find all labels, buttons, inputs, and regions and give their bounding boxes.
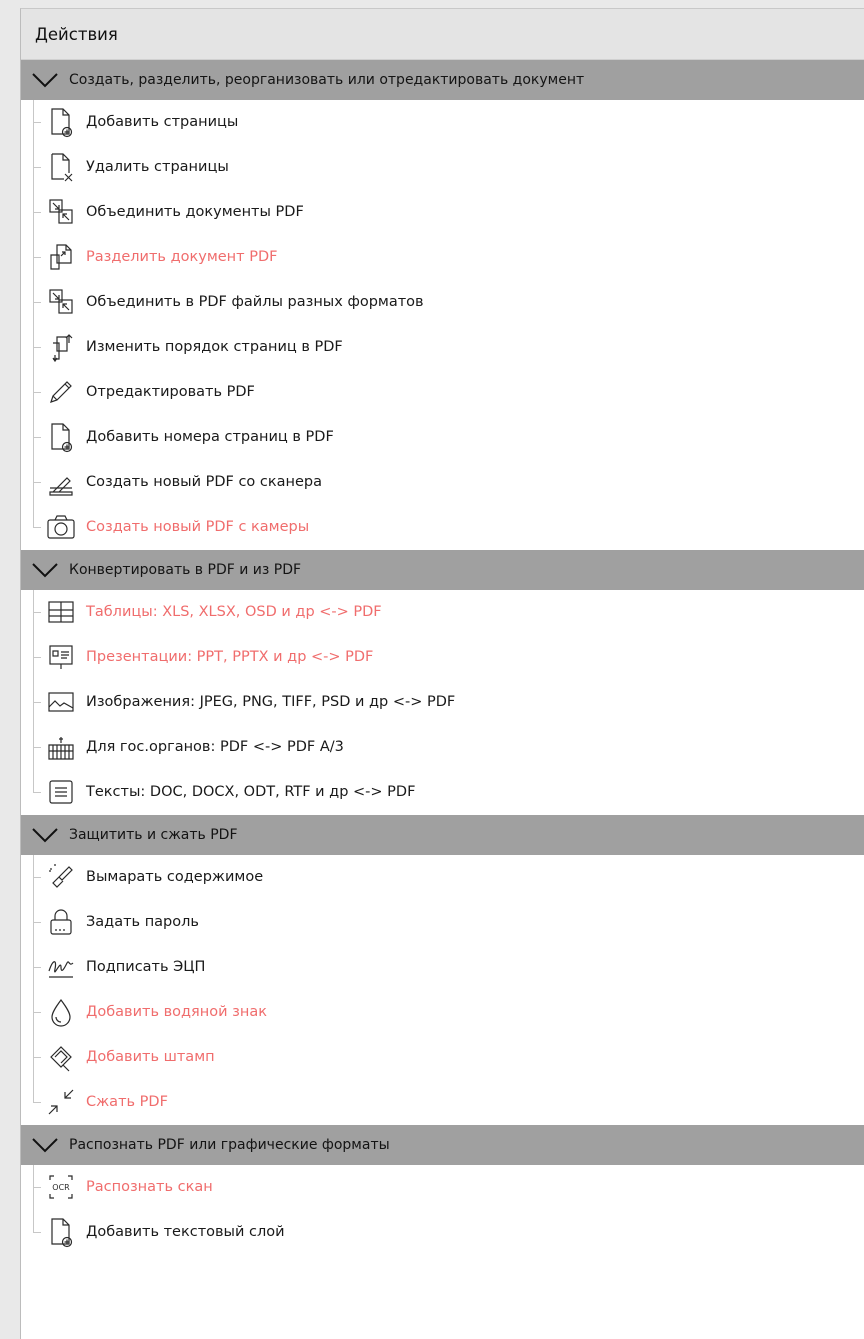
text-document-icon xyxy=(45,776,77,808)
action-label: Сжать PDF xyxy=(86,1094,168,1110)
add-text-layer-icon xyxy=(45,1216,77,1248)
split-icon xyxy=(45,241,77,273)
group-title: Распознать PDF или графические форматы xyxy=(69,1137,390,1153)
action-label: Добавить страницы xyxy=(86,114,239,130)
ocr-icon: OCR xyxy=(45,1171,77,1203)
action-label: Создать новый PDF с камеры xyxy=(86,519,310,535)
compress-icon xyxy=(45,1086,77,1118)
action-item[interactable]: Для гос.органов: PDF <-> PDF A/3 xyxy=(21,725,864,770)
chevron-down-icon xyxy=(21,815,69,855)
action-item[interactable]: Изображения: JPEG, PNG, TIFF, PSD и др <… xyxy=(21,680,864,725)
action-label: Презентации: PPT, PPTX и др <-> PDF xyxy=(86,649,374,665)
action-label: Вымарать содержимое xyxy=(86,869,264,885)
action-item[interactable]: Добавить номера страниц в PDF xyxy=(21,415,864,460)
group-header-2[interactable]: Конвертировать в PDF и из PDF xyxy=(21,550,864,590)
stamp-icon xyxy=(45,1041,77,1073)
group-items-3: Вымарать содержимое Задать пароль Подписат… xyxy=(21,855,864,1125)
group-title: Конвертировать в PDF и из PDF xyxy=(69,562,302,578)
pencil-icon xyxy=(45,376,77,408)
group-items-1: Добавить страницы Удалить страницы Объедин… xyxy=(21,100,864,550)
merge-icon xyxy=(45,196,77,228)
action-item[interactable]: Создать новый PDF со сканера xyxy=(21,460,864,505)
action-label: Объединить в PDF файлы разных форматов xyxy=(86,294,424,310)
actions-panel: Действия Создать, разделить, реорганизов… xyxy=(20,8,864,1339)
action-item[interactable]: Сжать PDF xyxy=(21,1080,864,1125)
panel-title: Действия xyxy=(21,9,864,60)
camera-icon xyxy=(45,511,77,543)
action-item[interactable]: Добавить штамп xyxy=(21,1035,864,1080)
action-item[interactable]: Тексты: DOC, DOCX, ODT, RTF и др <-> PDF xyxy=(21,770,864,815)
presentation-icon xyxy=(45,641,77,673)
government-icon xyxy=(45,731,77,763)
group-header-4[interactable]: Распознать PDF или графические форматы xyxy=(21,1125,864,1165)
action-item[interactable]: OCR Распознать скан xyxy=(21,1165,864,1210)
action-label: Разделить документ PDF xyxy=(86,249,278,265)
group-header-3[interactable]: Защитить и сжать PDF xyxy=(21,815,864,855)
action-label: Распознать скан xyxy=(86,1179,213,1195)
action-item[interactable]: Создать новый PDF с камеры xyxy=(21,505,864,550)
action-item[interactable]: Добавить водяной знак xyxy=(21,990,864,1035)
merge-formats-icon xyxy=(45,286,77,318)
action-item[interactable]: Объединить в PDF файлы разных форматов xyxy=(21,280,864,325)
action-label: Задать пароль xyxy=(86,914,199,930)
action-item[interactable]: Изменить порядок страниц в PDF xyxy=(21,325,864,370)
table-icon xyxy=(45,596,77,628)
action-label: Таблицы: XLS, XLSX, OSD и др <-> PDF xyxy=(86,604,382,620)
action-item[interactable]: Добавить текстовый слой xyxy=(21,1210,864,1255)
page-numbers-icon xyxy=(45,421,77,453)
group-title: Создать, разделить, реорганизовать или о… xyxy=(69,72,585,88)
action-label: Добавить штамп xyxy=(86,1049,215,1065)
water-drop-icon xyxy=(45,996,77,1028)
action-item[interactable]: Удалить страницы xyxy=(21,145,864,190)
action-groups: Создать, разделить, реорганизовать или о… xyxy=(21,60,864,1255)
group-header-1[interactable]: Создать, разделить, реорганизовать или о… xyxy=(21,60,864,100)
group-items-4: OCR Распознать скан Добавить текстовый сло… xyxy=(21,1165,864,1255)
action-label: Объединить документы PDF xyxy=(86,204,304,220)
chevron-down-icon xyxy=(21,550,69,590)
action-item[interactable]: Подписать ЭЦП xyxy=(21,945,864,990)
redact-brush-icon xyxy=(45,861,77,893)
action-item[interactable]: Задать пароль xyxy=(21,900,864,945)
image-icon xyxy=(45,686,77,718)
svg-text:OCR: OCR xyxy=(52,1183,70,1192)
chevron-down-icon xyxy=(21,1125,69,1165)
action-item[interactable]: Вымарать содержимое xyxy=(21,855,864,900)
action-item[interactable]: Таблицы: XLS, XLSX, OSD и др <-> PDF xyxy=(21,590,864,635)
action-label: Добавить номера страниц в PDF xyxy=(86,429,334,445)
add-page-icon xyxy=(45,106,77,138)
group-items-2: Таблицы: XLS, XLSX, OSD и др <-> PDF През… xyxy=(21,590,864,815)
action-label: Изображения: JPEG, PNG, TIFF, PSD и др <… xyxy=(86,694,456,710)
action-item[interactable]: Объединить документы PDF xyxy=(21,190,864,235)
action-item[interactable]: Добавить страницы xyxy=(21,100,864,145)
action-label: Удалить страницы xyxy=(86,159,229,175)
chevron-down-icon xyxy=(21,60,69,100)
action-label: Создать новый PDF со сканера xyxy=(86,474,323,490)
action-label: Тексты: DOC, DOCX, ODT, RTF и др <-> PDF xyxy=(86,784,416,800)
action-label: Изменить порядок страниц в PDF xyxy=(86,339,343,355)
signature-icon xyxy=(45,951,77,983)
action-item[interactable]: Презентации: PPT, PPTX и др <-> PDF xyxy=(21,635,864,680)
scanner-icon xyxy=(45,466,77,498)
group-title: Защитить и сжать PDF xyxy=(69,827,238,843)
lock-icon xyxy=(45,906,77,938)
action-item[interactable]: Отредактировать PDF xyxy=(21,370,864,415)
action-label: Добавить текстовый слой xyxy=(86,1224,285,1240)
action-label: Отредактировать PDF xyxy=(86,384,255,400)
action-label: Подписать ЭЦП xyxy=(86,959,206,975)
reorder-pages-icon xyxy=(45,331,77,363)
delete-page-icon xyxy=(45,151,77,183)
action-item[interactable]: Разделить документ PDF xyxy=(21,235,864,280)
action-label: Для гос.органов: PDF <-> PDF A/3 xyxy=(86,739,344,755)
action-label: Добавить водяной знак xyxy=(86,1004,267,1020)
